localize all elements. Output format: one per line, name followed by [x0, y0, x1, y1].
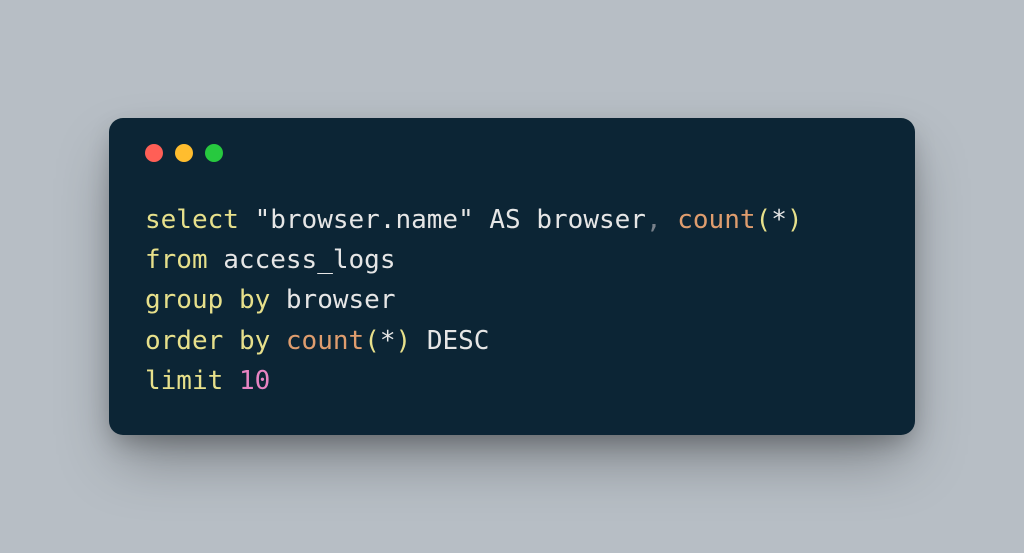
code-token-kw: by: [239, 285, 270, 315]
code-token-kw: by: [239, 326, 270, 356]
code-token-func: count: [677, 205, 755, 235]
code-token-punct: (: [364, 326, 380, 356]
code-token-kw: select: [145, 205, 239, 235]
code-token-comma: ,: [646, 205, 662, 235]
code-token-punct: (: [756, 205, 772, 235]
code-token-star: *: [380, 326, 396, 356]
code-token-punct: ): [396, 326, 412, 356]
code-token-str: "browser.name": [255, 205, 474, 235]
code-window: select "browser.name" AS browser, count(…: [109, 118, 915, 435]
code-token-kwDESC: DESC: [427, 326, 490, 356]
code-token-kwAS: AS: [489, 205, 520, 235]
code-token-num: 10: [239, 366, 270, 396]
code-token-kw: from: [145, 245, 208, 275]
code-token-ident: access_logs: [223, 245, 395, 275]
code-token-ident: browser: [286, 285, 396, 315]
minimize-icon[interactable]: [175, 144, 193, 162]
maximize-icon[interactable]: [205, 144, 223, 162]
code-block: select "browser.name" AS browser, count(…: [145, 200, 879, 401]
code-token-func: count: [286, 326, 364, 356]
code-token-ident: browser: [536, 205, 646, 235]
code-token-star: *: [771, 205, 787, 235]
traffic-lights: [145, 144, 879, 162]
code-token-kw: limit: [145, 366, 223, 396]
close-icon[interactable]: [145, 144, 163, 162]
code-token-kw: group: [145, 285, 223, 315]
code-token-kw: order: [145, 326, 223, 356]
code-token-punct: ): [787, 205, 803, 235]
